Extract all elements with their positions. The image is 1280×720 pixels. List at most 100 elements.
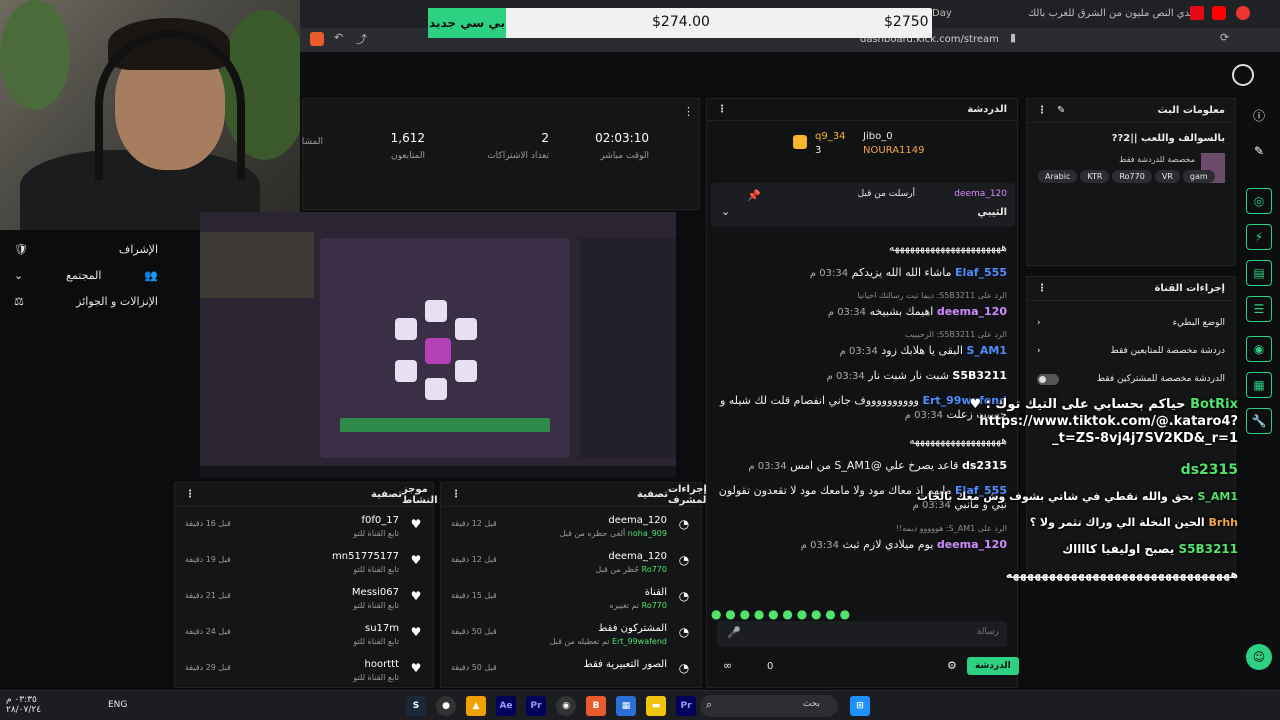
chat-message[interactable]: ههههههههههههههههههههههه [717,241,1007,255]
left-sidebar: 🛡 الإشراف ⌄ المجتمع 👥 ⚖ الإنزالات و الجو… [0,230,172,690]
brave-shield-icon[interactable] [310,32,324,46]
pencil-icon[interactable]: ✎ [1246,138,1272,164]
filter-button[interactable]: تصفية [637,489,668,500]
edit-icon[interactable]: ✎ [1057,105,1065,116]
document-icon[interactable]: ▤ [1246,260,1272,286]
stream-preview[interactable] [200,212,676,478]
chat-message[interactable]: S5B3211 شبت نار شبت نار 03:34 م [717,369,1007,384]
overlay-message: هههههههههههههههههههههههههههههههه [948,568,1238,581]
more-icon[interactable]: ⋮ [1037,283,1047,294]
bookmark-icon[interactable]: ▮ [1010,31,1016,44]
item-by: Ro770 [641,601,667,610]
brave-icon[interactable]: B [586,696,606,716]
premiere-icon[interactable]: Pr [526,696,546,716]
chat-icon[interactable]: ☰ [1246,296,1272,322]
tag[interactable]: Arabic [1038,170,1078,183]
support-icon[interactable]: ☺ [1246,644,1272,670]
list-item[interactable]: ◔ deema_120 حُظر من قبل Ro770 قبل 12 دقي… [449,549,693,583]
windows-start-icon[interactable]: ⊞ [850,696,870,716]
kick-logo-icon[interactable] [1232,64,1254,86]
more-icon[interactable]: ⋮ [451,489,461,500]
netflix-icon[interactable] [1190,6,1204,20]
item-name: القناة [644,587,667,598]
link-icon[interactable]: ∞ [723,659,732,672]
gear-icon[interactable]: ⚙ [947,659,957,672]
list-item[interactable]: ♥ mn51775177 تابع القناة للتو قبل 19 دقي… [183,549,425,583]
target-icon[interactable]: ◎ [1246,188,1272,214]
overlay-user: BotRix [1190,397,1238,412]
wrench-icon[interactable]: 🔧 [1246,408,1272,434]
chat-username[interactable]: Elaf_555 [955,266,1007,279]
filter-button[interactable]: تصفية [371,489,402,500]
language-indicator[interactable]: ENG [108,700,127,710]
layout-icon[interactable]: ▦ [1246,372,1272,398]
panel-title: الدردشة [967,104,1007,115]
list-item[interactable]: ♥ hoorttt تابع القناة للتو قبل 29 دقيقة [183,657,425,691]
item-time: قبل 12 دقيقة [451,555,497,564]
tab-challenge[interactable]: تحدي النص مليون من الشرق للغرب بالك [1028,8,1199,19]
list-item[interactable]: ◔ المشتركون فقط تم تعطيله من قبل Ert_99w… [449,621,693,655]
chrome-icon[interactable]: ◉ [556,696,576,716]
share-icon[interactable]: ⤴ [356,31,367,47]
premiere-icon-2[interactable]: Pr [676,696,696,716]
folder-icon[interactable]: ▬ [646,696,666,716]
overlay-message: Brhh الحين النخلة الي وراك تثمر ولا ؟ [1030,516,1238,529]
search-box[interactable]: بحث ⌕ [700,695,838,717]
more-icon[interactable]: ⋮ [717,104,727,115]
kick-header [300,52,1280,96]
followers-only-row[interactable]: › دردشة مخصصة للمتابعين فقط [1037,341,1225,361]
list-item[interactable]: ♥ f0f0_17 تابع القناة للتو قبل 16 دقيقة [183,513,425,547]
chevron-right-icon: › [1037,318,1041,328]
overlay-user: ds2315 [1180,462,1238,478]
reload-icon[interactable]: ⟳ [1220,31,1229,44]
sidebar-item-drops[interactable]: ⚖ الإنزالات و الجوائز [14,290,158,312]
mic-icon[interactable]: 🎤 [727,626,741,639]
youtube-icon[interactable] [1212,6,1226,20]
tag[interactable]: Ro770 [1112,170,1152,183]
search-label: بحث [802,699,820,709]
action-icon: ◔ [678,553,690,567]
sidebar-item-moderation[interactable]: 🛡 الإشراف [14,238,158,260]
chat-message[interactable]: deema_120 اهيمك بشبيخه 03:34 م [717,305,1007,320]
tag[interactable]: VR [1154,170,1180,183]
chat-message[interactable]: Elaf_555 ماشاء الله الله يزيدكم 03:34 م [717,266,1007,281]
subscribers-only-row[interactable]: الدردشة مخصصة للمشتركين فقط [1037,369,1225,389]
broadcast-icon[interactable]: ◉ [1246,336,1272,362]
lightning-icon[interactable]: ⚡ [1246,224,1272,250]
profile-icon[interactable] [1236,6,1250,20]
info-icon[interactable]: ⓘ [1246,102,1272,128]
more-icon[interactable]: ⋮ [683,105,694,118]
chevron-down-icon[interactable]: ⌄ [721,205,730,218]
chat-message[interactable]: S_AM1 البقى يا هلابك زود 03:34 م [717,344,1007,359]
sidebar-item-community[interactable]: ⌄ المجتمع 👥 [14,264,158,286]
pinned-message[interactable]: deema_120 أرسلت من قبل الثيبي 📌 ⌄ [711,183,1015,227]
chat-text: البقى يا هلابك زود [881,344,963,357]
chat-username[interactable]: deema_120 [937,305,1007,318]
shield-icon: 🛡 [14,242,28,256]
after-effects-icon[interactable]: Ae [496,696,516,716]
more-icon[interactable]: ⋮ [185,489,195,500]
vlc-icon[interactable]: ▲ [466,696,486,716]
list-item[interactable]: ◔ deema_120 ألغى حظره من قبل noha_909 قب… [449,513,693,547]
tag[interactable]: KTR [1080,170,1110,183]
overlay-message: ds2315 [1181,462,1238,478]
obs-icon[interactable]: ● [436,696,456,716]
list-item[interactable]: ◔ الصور التعبيرية فقط قبل 50 دقيقة [449,657,693,691]
send-chat-button[interactable]: الدردشة [967,657,1019,675]
store-icon[interactable]: ▦ [616,696,636,716]
tab-day[interactable]: Day [932,8,952,19]
tag[interactable]: gam [1182,170,1215,183]
item-sub: تابع القناة للتو [353,529,399,538]
steam-icon[interactable]: S [406,696,426,716]
more-icon[interactable]: ⋮ [1037,105,1047,116]
list-item[interactable]: ♥ Messi067 تابع القناة للتو قبل 21 دقيقة [183,585,425,619]
list-item[interactable]: ◔ القناة تم تغييره Ro770 قبل 15 دقيقة [449,585,693,619]
chat-username[interactable]: S5B3211 [952,369,1007,382]
back-icon[interactable]: ↶ [334,31,343,44]
subscribers-only-toggle[interactable] [1037,373,1059,385]
list-item[interactable]: ♥ su17m تابع القناة للتو قبل 24 دقيقة [183,621,425,655]
top-user: Jibo_0 [863,131,893,142]
slow-mode-row[interactable]: › الوضع البطيء [1037,313,1225,333]
pin-icon[interactable]: 📌 [747,189,761,202]
chat-username[interactable]: S_AM1 [966,344,1007,357]
